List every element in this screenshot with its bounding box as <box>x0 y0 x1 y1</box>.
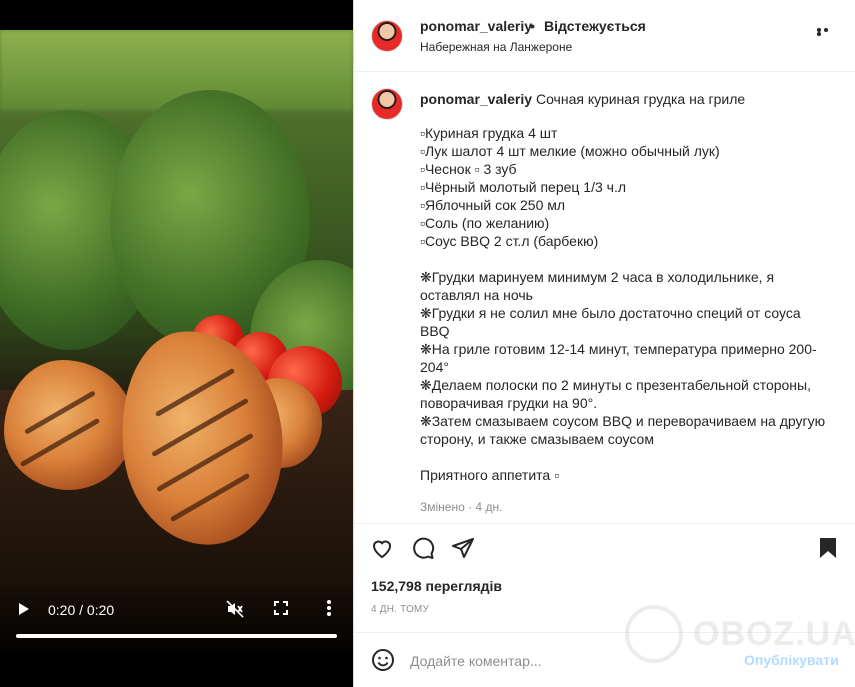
action-bar <box>354 524 855 574</box>
edited-timestamp: Змінено · 4 дн. <box>420 500 503 514</box>
post-panel: ponomar_valeriy • Відстежується Набережн… <box>353 0 855 687</box>
muted-icon[interactable] <box>226 600 244 618</box>
caption-username[interactable]: ponomar_valeriy <box>420 91 532 107</box>
avatar[interactable] <box>371 88 403 120</box>
caption-title: Сочная куриная грудка на гриле <box>535 91 746 107</box>
watermark-logo-icon <box>625 605 683 663</box>
watermark-text: OBOZ.UA <box>693 615 855 653</box>
play-icon[interactable] <box>16 600 32 618</box>
video-frame[interactable] <box>0 30 353 650</box>
chicken-breast <box>4 360 134 490</box>
fullscreen-icon[interactable] <box>274 601 288 615</box>
author-username[interactable]: ponomar_valeriy <box>420 18 532 34</box>
progress-bar[interactable] <box>16 634 337 638</box>
following-button[interactable]: Відстежується <box>544 18 646 34</box>
video-controls: 0:20 / 0:20 <box>0 580 353 650</box>
time-display: 0:20 / 0:20 <box>48 602 115 618</box>
like-heart-icon[interactable] <box>370 536 396 562</box>
watermark: OBOZ.UA <box>625 605 855 665</box>
bookmark-icon[interactable] <box>816 536 842 562</box>
share-send-icon[interactable] <box>451 536 477 562</box>
avatar[interactable] <box>371 20 403 52</box>
views-count[interactable]: 152,798 переглядів <box>371 578 502 594</box>
emoji-smile-icon[interactable] <box>371 648 395 672</box>
separator-dot: • <box>530 18 535 34</box>
post-header: ponomar_valeriy • Відстежується Набережн… <box>354 0 855 72</box>
caption-title-line: ponomar_valeriy Сочная куриная грудка на… <box>420 90 840 108</box>
comment-bubble-icon[interactable] <box>411 536 437 562</box>
video-player[interactable]: 0:20 / 0:20 <box>0 0 353 687</box>
more-options-icon[interactable] <box>817 28 837 36</box>
post-age: 4 ДН. ТОМУ <box>371 604 430 615</box>
location-link[interactable]: Набережная на Ланжероне <box>420 40 572 54</box>
more-vertical-icon[interactable] <box>326 598 332 618</box>
caption-section: ponomar_valeriy Сочная куриная грудка на… <box>354 72 855 524</box>
caption-body: ▫Куриная грудка 4 шт ▫Лук шалот 4 шт мел… <box>420 125 826 483</box>
